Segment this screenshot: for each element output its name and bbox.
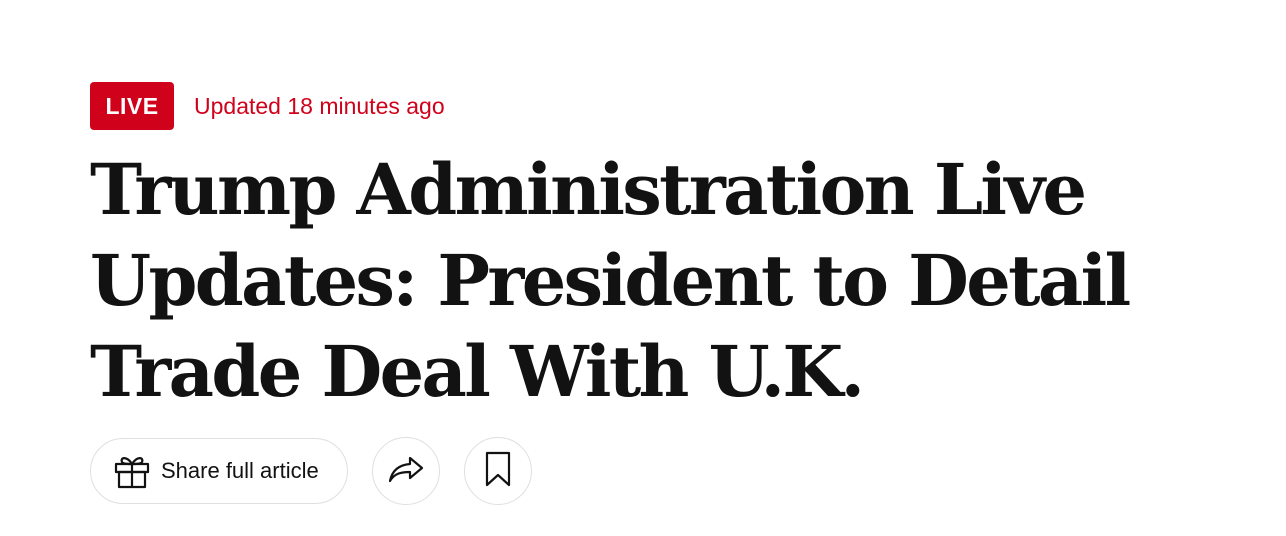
share-full-article-button[interactable]: Share full article bbox=[90, 438, 348, 504]
article-actions: Share full article bbox=[90, 437, 532, 505]
forward-arrow-icon bbox=[386, 454, 426, 489]
bookmark-button[interactable] bbox=[464, 437, 532, 505]
share-button-label: Share full article bbox=[161, 458, 319, 483]
share-forward-button[interactable] bbox=[372, 437, 440, 505]
gift-icon bbox=[113, 452, 151, 490]
live-badge: LIVE bbox=[90, 82, 174, 130]
bookmark-icon bbox=[485, 451, 511, 492]
updated-timestamp: Updated 18 minutes ago bbox=[194, 92, 445, 119]
article-header: LIVE Updated 18 minutes ago Trump Admini… bbox=[90, 82, 1230, 505]
page-title: Trump Administration Live Updates: Presi… bbox=[90, 148, 1131, 413]
live-meta-row: LIVE Updated 18 minutes ago bbox=[90, 82, 1230, 130]
